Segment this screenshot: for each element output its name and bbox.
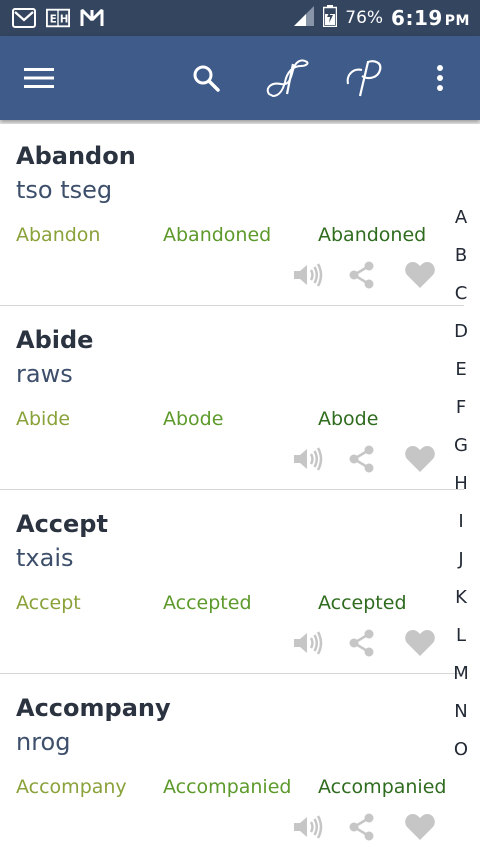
share-button[interactable] xyxy=(346,810,378,844)
app-bar xyxy=(0,36,480,120)
speaker-icon xyxy=(294,447,323,471)
form-base: Abandon xyxy=(16,224,101,246)
alpha-letter-k[interactable]: K xyxy=(450,578,472,616)
word-title: Abandon xyxy=(16,142,136,170)
word-card[interactable]: Accompany nrog Accompany Accompanied Acc… xyxy=(0,676,464,854)
alpha-letter-g[interactable]: G xyxy=(450,426,472,464)
alphabet-index[interactable]: A B C D E F G H I J K L M N O P xyxy=(450,198,472,781)
status-system-tray: 76% 6:19 PM xyxy=(293,4,470,32)
status-notification-icons: EH xyxy=(12,6,104,30)
italic-i-button[interactable] xyxy=(258,36,316,120)
clock-time: 6:19 xyxy=(391,6,443,30)
form-base: Accompany xyxy=(16,776,127,798)
battery-percent: 76% xyxy=(345,8,384,28)
alpha-letter-c[interactable]: C xyxy=(450,274,472,312)
form-past: Abandoned xyxy=(163,224,272,246)
form-past: Accompanied xyxy=(163,776,292,798)
svg-text:E: E xyxy=(50,15,57,26)
word-translation: raws xyxy=(16,360,73,388)
alpha-letter-p[interactable]: P xyxy=(450,768,472,781)
share-icon xyxy=(349,813,374,841)
alpha-letter-m[interactable]: M xyxy=(450,654,472,692)
search-icon xyxy=(193,65,220,92)
italic-i-icon xyxy=(266,59,309,98)
word-title: Accompany xyxy=(16,694,171,722)
italic-p-icon xyxy=(346,60,382,97)
share-icon xyxy=(349,445,374,473)
italic-p-button[interactable] xyxy=(335,36,393,120)
form-base: Abide xyxy=(16,408,71,430)
menu-button[interactable] xyxy=(14,36,64,120)
speaker-button[interactable] xyxy=(292,442,324,476)
heart-icon xyxy=(405,446,435,472)
word-title: Accept xyxy=(16,510,108,538)
speaker-button[interactable] xyxy=(292,810,324,844)
clock: 6:19 PM xyxy=(391,6,470,30)
share-button[interactable] xyxy=(346,626,378,660)
alpha-letter-l[interactable]: L xyxy=(450,616,472,654)
word-card[interactable]: Abide raws Abide Abode Abode xyxy=(0,308,464,490)
word-card[interactable]: Abandon tso tseg Abandon Abandoned Aband… xyxy=(0,124,464,306)
word-card[interactable]: Accept txais Accept Accepted Accepted xyxy=(0,492,464,674)
svg-text:H: H xyxy=(60,15,69,26)
more-options-button[interactable] xyxy=(420,36,460,120)
word-translation: tso tseg xyxy=(16,176,113,204)
speaker-icon xyxy=(294,815,323,839)
form-past: Accepted xyxy=(163,592,252,614)
favorite-button[interactable] xyxy=(402,442,438,476)
alpha-letter-o[interactable]: O xyxy=(450,730,472,768)
alpha-letter-h[interactable]: H xyxy=(450,464,472,502)
heart-icon xyxy=(405,262,435,288)
alpha-letter-b[interactable]: B xyxy=(450,236,472,274)
search-button[interactable] xyxy=(182,36,230,120)
speaker-icon xyxy=(294,631,323,655)
n-icon xyxy=(80,6,104,30)
alpha-letter-e[interactable]: E xyxy=(450,350,472,388)
heart-icon xyxy=(405,630,435,656)
alpha-letter-n[interactable]: N xyxy=(450,692,472,730)
form-participle: Accepted xyxy=(318,592,407,614)
alpha-letter-a[interactable]: A xyxy=(450,198,472,236)
menu-icon xyxy=(24,68,54,88)
speaker-button[interactable] xyxy=(292,626,324,660)
word-title: Abide xyxy=(16,326,94,354)
form-participle: Abandoned xyxy=(318,224,427,246)
word-list: Abandon tso tseg Abandon Abandoned Aband… xyxy=(0,124,480,854)
signal-icon xyxy=(293,5,315,32)
battery-icon xyxy=(323,4,338,32)
form-participle: Abode xyxy=(318,408,379,430)
eh-icon: EH xyxy=(46,6,70,30)
alpha-letter-i[interactable]: I xyxy=(450,502,472,540)
favorite-button[interactable] xyxy=(402,258,438,292)
word-translation: nrog xyxy=(16,728,71,756)
favorite-button[interactable] xyxy=(402,626,438,660)
clock-ampm: PM xyxy=(444,13,470,29)
status-bar: EH 76% 6:19 PM xyxy=(0,0,480,36)
favorite-button[interactable] xyxy=(402,810,438,844)
form-participle: Accompanied xyxy=(318,776,447,798)
alpha-letter-j[interactable]: J xyxy=(450,540,472,578)
alpha-letter-d[interactable]: D xyxy=(450,312,472,350)
share-icon xyxy=(349,629,374,657)
form-base: Accept xyxy=(16,592,81,614)
share-button[interactable] xyxy=(346,258,378,292)
alpha-letter-f[interactable]: F xyxy=(450,388,472,426)
share-icon xyxy=(349,261,374,289)
gmail-icon xyxy=(12,6,36,30)
share-button[interactable] xyxy=(346,442,378,476)
speaker-button[interactable] xyxy=(292,258,324,292)
form-past: Abode xyxy=(163,408,224,430)
word-translation: txais xyxy=(16,544,74,572)
heart-icon xyxy=(405,814,435,840)
speaker-icon xyxy=(294,263,323,287)
more-vert-icon xyxy=(437,65,443,91)
